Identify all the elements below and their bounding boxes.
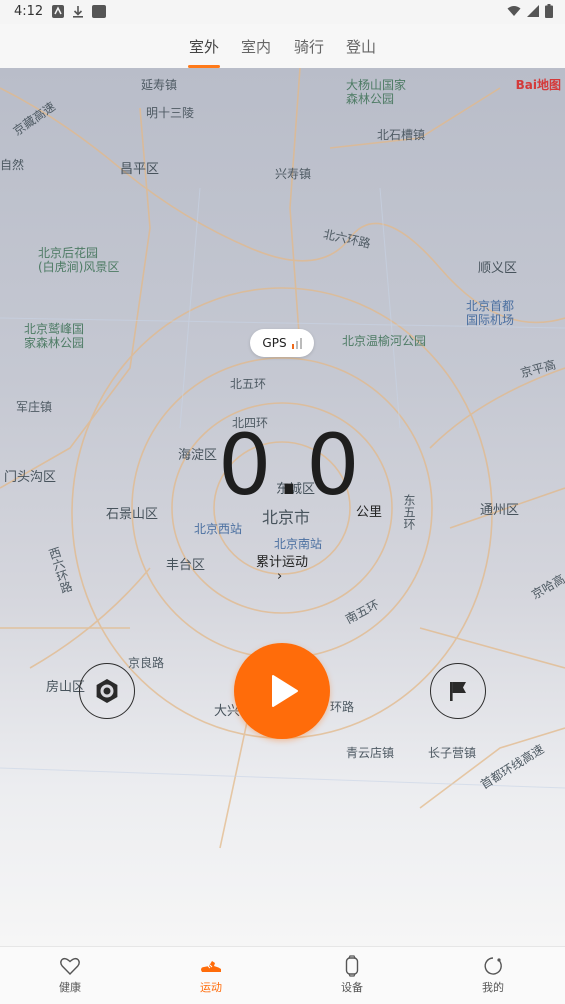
nav-label: 我的 xyxy=(482,981,504,994)
map-label: 北京温榆河公园 xyxy=(342,334,427,348)
cumulative-workout-link[interactable]: 累计运动 xyxy=(256,551,308,570)
battery-icon xyxy=(545,4,553,18)
map-label: 海淀区 xyxy=(178,448,218,463)
flag-icon xyxy=(450,682,466,701)
map-label: 军庄镇 xyxy=(16,400,53,414)
bottom-navigation: 健康 运动 设备 我的 xyxy=(0,946,565,1004)
square-app-icon xyxy=(92,5,106,18)
workout-settings-button[interactable] xyxy=(79,663,135,719)
map-label: 昌平区 xyxy=(120,162,160,177)
distance-unit: 公里 xyxy=(356,505,383,520)
map-label: 北五环 xyxy=(230,377,267,391)
map-label: 北石槽镇 xyxy=(377,128,426,142)
map-label: 家森林公园 xyxy=(24,336,85,350)
map-label: 石景山区 xyxy=(106,507,159,522)
baidu-map-logo: Bai地图 xyxy=(515,78,561,92)
gps-status-pill[interactable]: GPS xyxy=(250,329,314,357)
tab-outdoor[interactable]: 室外 xyxy=(189,36,219,57)
nav-sport[interactable]: 运动 xyxy=(181,955,241,995)
map-label: 环路 xyxy=(330,700,355,714)
map-label: 通州区 xyxy=(480,503,520,518)
nav-label: 设备 xyxy=(341,981,363,994)
tab-indoor[interactable]: 室内 xyxy=(241,36,271,57)
running-shoe-icon xyxy=(201,961,221,972)
hexagon-settings-icon xyxy=(96,679,118,703)
heart-icon xyxy=(60,957,80,976)
wifi-icon xyxy=(507,6,521,16)
map-label: 国际机场 xyxy=(466,313,515,327)
nav-device[interactable]: 设备 xyxy=(322,955,382,995)
nav-label: 健康 xyxy=(59,981,81,994)
map-label: 长子营镇 xyxy=(428,746,477,760)
profile-circle-icon xyxy=(484,957,502,975)
map-label: 森林公园 xyxy=(346,92,395,106)
map-view[interactable]: Bai地图 延寿镇 明十三陵 大杨山国家 森林公园 京藏高速 北石槽镇 自然 昌… xyxy=(0,68,565,946)
gps-label: GPS xyxy=(262,336,287,350)
tab-cycling[interactable]: 骑行 xyxy=(294,36,324,57)
tab-hiking[interactable]: 登山 xyxy=(346,36,376,57)
play-icon xyxy=(272,675,298,707)
map-label: 北京西站 xyxy=(194,522,243,536)
chevron-right-icon[interactable]: › xyxy=(277,569,282,584)
sport-type-tabs: 室外 室内 骑行 登山 xyxy=(0,24,565,68)
news-notification-icon xyxy=(52,5,64,18)
nav-label: 运动 xyxy=(200,981,222,994)
map-label: 明十三陵 xyxy=(146,106,195,120)
map-label: 门头沟区 xyxy=(4,470,57,485)
signal-icon xyxy=(527,5,539,17)
start-workout-button[interactable] xyxy=(234,643,330,739)
status-time: 4:12 xyxy=(14,4,44,19)
map-label: 延寿镇 xyxy=(141,78,178,92)
map-label: 自然 xyxy=(0,158,25,172)
map-label: 兴寿镇 xyxy=(275,167,312,181)
map-label: 北京南站 xyxy=(274,537,323,551)
distance-value: 0.0 xyxy=(218,416,364,514)
workout-target-button[interactable] xyxy=(430,663,486,719)
map-label: 京良路 xyxy=(128,656,165,670)
map-label: 东五环 xyxy=(402,494,416,530)
map-label: 顺义区 xyxy=(478,261,518,276)
download-icon xyxy=(73,6,83,18)
gps-signal-icon xyxy=(291,337,302,349)
nav-health[interactable]: 健康 xyxy=(40,955,100,995)
nav-mine[interactable]: 我的 xyxy=(463,955,523,995)
map-label: (白虎涧)风景区 xyxy=(38,260,120,274)
watch-icon xyxy=(345,955,359,977)
status-bar: 4:12 xyxy=(0,0,565,24)
map-label: 青云店镇 xyxy=(346,746,395,760)
map-label: 丰台区 xyxy=(166,558,206,573)
